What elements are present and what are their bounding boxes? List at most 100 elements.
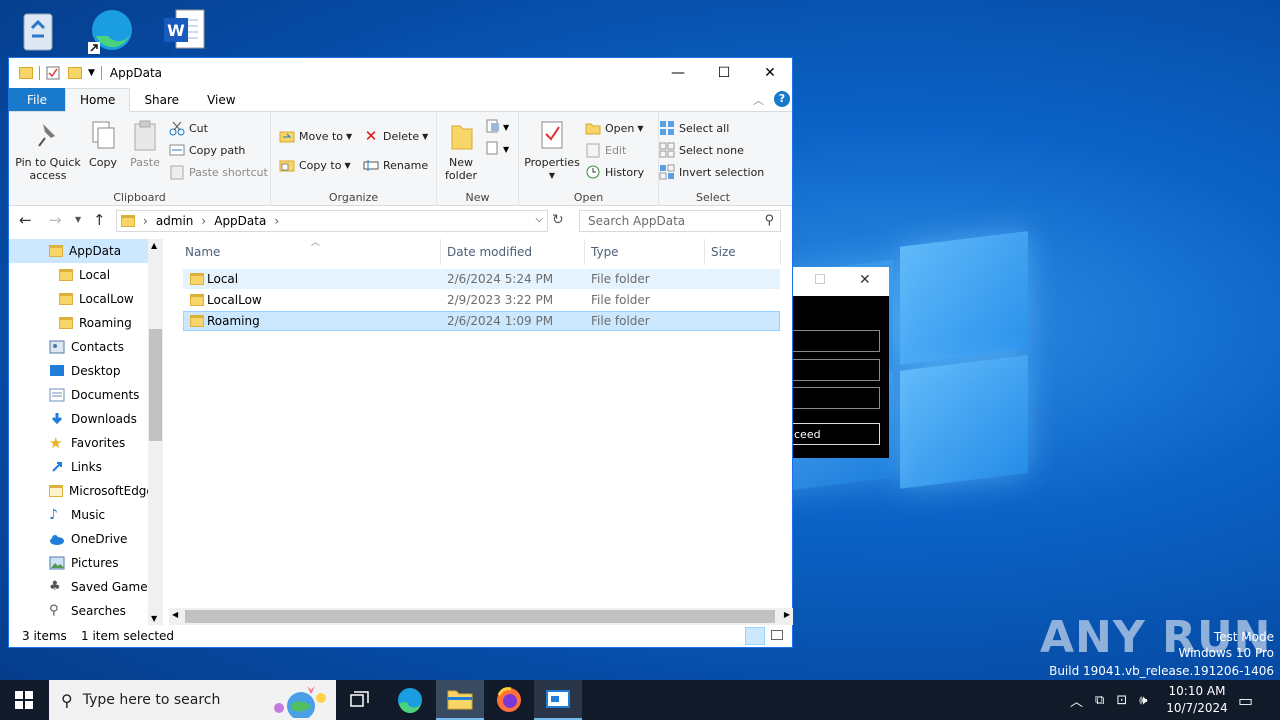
refresh-icon[interactable]: ↻	[552, 212, 564, 228]
column-date-modified[interactable]: Date modified	[447, 245, 532, 259]
clock[interactable]: 10:10 AM 10/7/2024	[1166, 680, 1228, 720]
column-name[interactable]: Name	[185, 245, 220, 259]
new-item-icon[interactable]: ▼	[485, 118, 511, 139]
scroll-down-icon[interactable]: ▼	[151, 614, 157, 623]
taskbar-edge-button[interactable]	[386, 680, 434, 720]
paste-shortcut-button[interactable]: Paste shortcut	[169, 164, 268, 180]
search-input[interactable]: Search AppData ⚲	[579, 210, 781, 232]
horizontal-scrollbar[interactable]: ◀ ▶	[169, 608, 793, 625]
properties-button[interactable]: Properties ▼	[523, 120, 581, 182]
nav-item-saved-games[interactable]: ♣ Saved Games	[9, 575, 154, 599]
close-button[interactable]: ✕	[747, 58, 793, 88]
minimize-button[interactable]: —	[655, 58, 701, 88]
chevron-up-icon[interactable]: ︿	[1070, 691, 1083, 710]
paste-button[interactable]: Paste	[125, 120, 165, 169]
rename-button[interactable]: Rename	[363, 157, 428, 173]
tab-view[interactable]: View	[193, 88, 249, 111]
maximize-button[interactable]: ☐	[701, 58, 747, 88]
volume-icon[interactable]: 🕪	[1139, 693, 1147, 708]
copy-path-button[interactable]: Copy path	[169, 142, 245, 158]
delete-button[interactable]: ✕ Delete ▼	[363, 128, 429, 144]
new-folder-button[interactable]: New folder	[441, 120, 481, 182]
start-button[interactable]	[0, 680, 48, 720]
forward-arrow-icon[interactable]: →	[49, 211, 62, 229]
address-dropdown-icon[interactable]: ⌵	[535, 214, 543, 225]
dialog-input-2[interactable]	[793, 359, 880, 381]
edge-icon[interactable]	[86, 6, 134, 54]
navigation-scrollbar[interactable]: ▲ ▼	[148, 239, 163, 625]
nav-item-music[interactable]: ♪ Music	[9, 503, 105, 527]
network-icon[interactable]: ⊡	[1116, 693, 1127, 708]
table-row[interactable]: Local 2/6/2024 5:24 PM File folder	[183, 269, 780, 289]
chevron-down-icon[interactable]: ▼	[88, 68, 95, 78]
taskbar-file-explorer-button[interactable]	[436, 680, 484, 720]
table-row[interactable]: LocalLow 2/9/2023 3:22 PM File folder	[183, 290, 780, 310]
scroll-right-icon[interactable]: ▶	[784, 610, 790, 619]
scroll-left-icon[interactable]: ◀	[172, 610, 178, 619]
word-icon[interactable]: W	[160, 6, 208, 54]
cut-button[interactable]: Cut	[169, 120, 208, 136]
tab-share[interactable]: Share	[130, 88, 193, 111]
nav-item-onedrive[interactable]: OneDrive	[9, 527, 127, 551]
dialog-close-button[interactable]: ✕	[859, 272, 871, 288]
copy-button[interactable]: Copy	[85, 120, 121, 169]
nav-item-downloads[interactable]: Downloads	[9, 407, 137, 431]
dialog-input-1[interactable]	[793, 330, 880, 352]
nav-item-desktop[interactable]: Desktop	[9, 359, 121, 383]
large-icons-view-icon[interactable]	[771, 630, 783, 640]
breadcrumb-admin[interactable]: admin	[156, 214, 194, 228]
tab-home[interactable]: Home	[65, 88, 131, 112]
history-button[interactable]: History	[585, 164, 644, 180]
nav-item-microsoftedge[interactable]: MicrosoftEdge	[9, 479, 154, 503]
nav-item-roaming[interactable]: Roaming	[9, 311, 132, 335]
nav-item-links[interactable]: Links	[9, 455, 102, 479]
up-arrow-icon[interactable]: ↑	[93, 211, 106, 229]
address-bar[interactable]: › admin › AppData › ⌵	[116, 210, 548, 232]
column-type[interactable]: Type	[591, 245, 619, 259]
new-folder-quick-icon[interactable]	[68, 67, 82, 79]
column-size[interactable]: Size	[711, 245, 736, 259]
open-button[interactable]: Open ▼	[585, 120, 644, 136]
recycle-bin-icon[interactable]	[14, 6, 62, 54]
dialog-maximize-button[interactable]	[815, 274, 825, 284]
select-all-button[interactable]: Select all	[659, 120, 729, 136]
folder-icon	[19, 67, 33, 79]
nav-item-appdata[interactable]: AppData	[9, 239, 148, 263]
move-to-button[interactable]: Move to ▼	[279, 128, 352, 144]
properties-quick-icon[interactable]	[46, 66, 60, 80]
task-view-button[interactable]	[336, 680, 384, 720]
breadcrumb-appdata[interactable]: AppData	[214, 214, 266, 228]
taskbar-search-box[interactable]: ⚲ Type here to search	[49, 680, 336, 720]
help-icon[interactable]: ?	[774, 91, 790, 107]
dialog-proceed-button[interactable]: ceed	[793, 423, 880, 445]
details-view-icon[interactable]	[745, 627, 765, 645]
pin-to-quick-access-button[interactable]: Pin to Quick access	[13, 120, 83, 182]
nav-item-pictures[interactable]: Pictures	[9, 551, 119, 575]
invert-selection-button[interactable]: Invert selection	[659, 164, 764, 180]
scroll-thumb[interactable]	[185, 610, 775, 623]
network-device-icon[interactable]: ⧉	[1095, 693, 1104, 708]
easy-access-icon[interactable]: ▼	[485, 140, 511, 161]
tab-file[interactable]: File	[9, 88, 65, 111]
saved-games-icon: ♣	[49, 579, 61, 594]
back-arrow-icon[interactable]: ←	[19, 211, 32, 229]
copy-to-button[interactable]: Copy to ▼	[279, 157, 351, 173]
nav-item-documents[interactable]: Documents	[9, 383, 139, 407]
nav-item-local[interactable]: Local	[9, 263, 110, 287]
select-none-button[interactable]: Select none	[659, 142, 744, 158]
collapse-ribbon-icon[interactable]: ︿	[753, 92, 764, 108]
nav-item-favorites[interactable]: ★ Favorites	[9, 431, 125, 455]
table-row[interactable]: Roaming 2/6/2024 1:09 PM File folder	[183, 311, 780, 331]
taskbar-firefox-button[interactable]	[485, 680, 533, 720]
notifications-icon[interactable]: ▭	[1238, 680, 1253, 720]
nav-item-searches[interactable]: ⚲ Searches	[9, 599, 126, 623]
scroll-up-icon[interactable]: ▲	[151, 241, 157, 250]
nav-item-contacts[interactable]: Contacts	[9, 335, 124, 359]
dialog-input-3[interactable]	[793, 387, 880, 409]
recent-locations-chevron-icon[interactable]: ▼	[75, 215, 81, 224]
taskbar-app-window-button[interactable]	[534, 680, 582, 720]
edit-button[interactable]: Edit	[585, 142, 626, 158]
contacts-icon	[49, 340, 65, 354]
nav-item-locallow[interactable]: LocalLow	[9, 287, 134, 311]
scroll-thumb[interactable]	[149, 329, 162, 441]
